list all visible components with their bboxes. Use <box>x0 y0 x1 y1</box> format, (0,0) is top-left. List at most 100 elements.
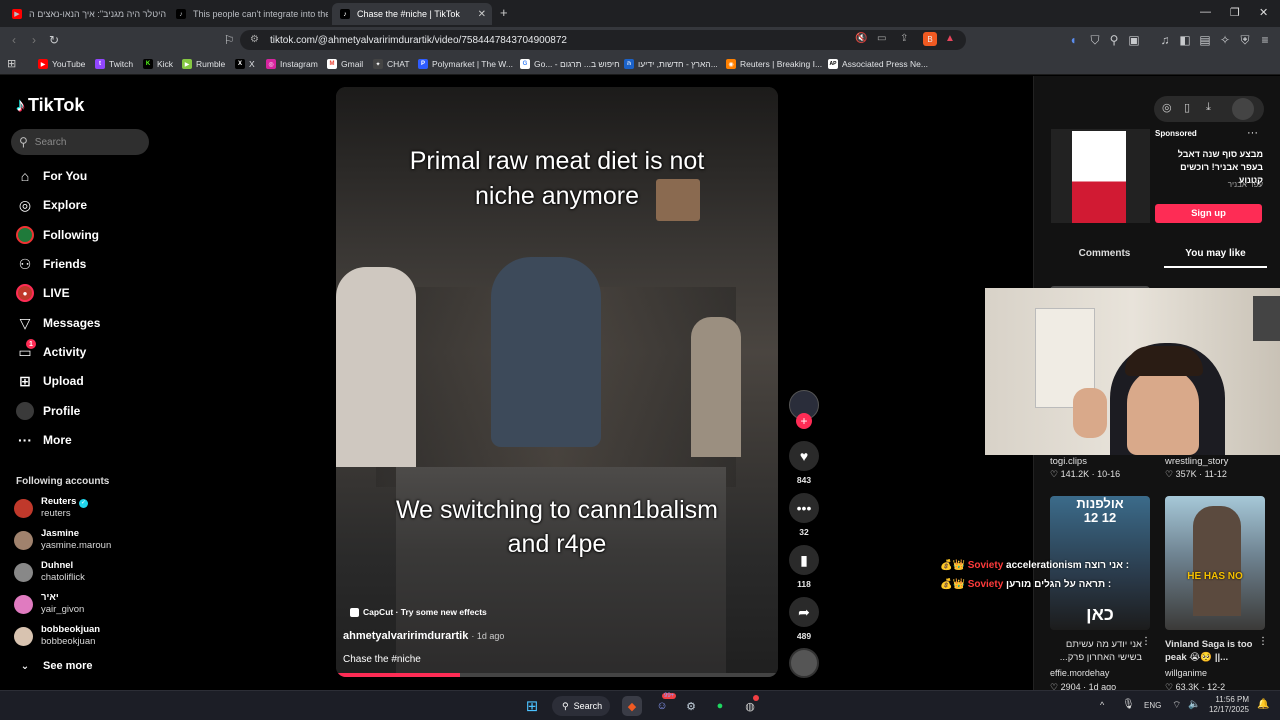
share-icon[interactable]: ⇪ <box>900 33 908 44</box>
nav-live[interactable]: ● LIVE <box>16 282 70 304</box>
brave-browser-icon[interactable]: ◆ <box>622 696 642 716</box>
shield-icon[interactable]: ⛉ <box>1088 33 1102 47</box>
bookmark-rumble[interactable]: ▶ Rumble <box>182 57 225 71</box>
nav-for-you[interactable]: ⌂ For You <box>16 165 87 187</box>
tab-comments[interactable]: Comments <box>1051 246 1158 268</box>
phone-icon[interactable]: ▯ <box>1184 101 1190 114</box>
bookmark-reuters[interactable]: ◉ Reuters | Breaking I... <box>726 57 822 71</box>
browser-tab-tiktok-1[interactable]: ♪ This people can't integrate into the w <box>168 3 328 25</box>
new-tab-button[interactable]: + <box>500 5 508 20</box>
user-avatar[interactable] <box>1232 98 1254 120</box>
see-more-button[interactable]: ⌄ See more <box>16 655 93 677</box>
bookmark-ap[interactable]: AP Associated Press Ne... <box>828 57 928 71</box>
bookmark-x[interactable]: XX <box>235 57 255 71</box>
signup-button[interactable]: Sign up <box>1155 204 1262 223</box>
share-button[interactable]: ➦ 489 <box>789 597 819 641</box>
bookmark-kick[interactable]: K Kick <box>143 57 173 71</box>
download-icon[interactable]: ⤓ <box>1206 101 1211 114</box>
back-icon[interactable]: ‹ <box>7 33 21 47</box>
microphone-icon[interactable]: 🎙 <box>1122 699 1135 710</box>
cast-icon[interactable]: ▭ <box>877 33 886 44</box>
brave-rewards-icon[interactable]: ▲ <box>945 33 955 44</box>
wallet-icon[interactable]: ▤ <box>1198 33 1212 47</box>
ad-thumbnail[interactable] <box>1051 129 1150 223</box>
like-button[interactable]: ♥ 843 <box>789 441 819 485</box>
site-info-icon[interactable]: ⚙ <box>250 34 259 45</box>
account-jasmine[interactable]: Jasmine yasmine.maroun <box>14 526 111 554</box>
bookmark-icon[interactable]: ⚐ <box>222 33 236 47</box>
tab-you-may-like[interactable]: You may like <box>1164 246 1267 268</box>
address-bar[interactable]: ⚙ tiktok.com/@ahmetyalvaririmdurartik/vi… <box>240 30 966 50</box>
tray-chevron-icon[interactable]: ^ <box>1100 700 1104 710</box>
progress-track[interactable] <box>336 673 778 677</box>
browser-tab-youtube[interactable]: ▶ "היטלר היה מגניב": איך הנאו-נאצים ה <box>4 3 166 25</box>
music-disc-icon[interactable] <box>789 648 819 678</box>
nav-more[interactable]: ··· More <box>16 429 72 451</box>
mute-icon[interactable]: 🔇 <box>855 33 867 44</box>
video-player[interactable]: Primal raw meat diet is not niche anymor… <box>336 87 778 677</box>
capcut-tag[interactable]: CapCut · Try some new effects <box>350 607 487 617</box>
account-duhnel[interactable]: Duhnel chatoliflick <box>14 558 85 586</box>
close-window-icon[interactable]: ✕ <box>1259 6 1268 19</box>
music-icon[interactable]: ♫ <box>1158 33 1172 47</box>
notifications-icon[interactable]: 🔔 <box>1257 699 1269 710</box>
language-indicator[interactable]: ENG <box>1144 701 1161 710</box>
windows-start-icon[interactable]: ⊞ <box>522 696 542 716</box>
brave-shields-icon[interactable]: B <box>923 32 937 46</box>
video-author[interactable]: ahmetyalvaririmdurartik <box>343 630 468 642</box>
compass-icon[interactable]: ◎ <box>1162 101 1172 114</box>
vpn-icon[interactable]: ⛨ <box>1238 33 1252 47</box>
nav-messages[interactable]: ▽ Messages <box>16 312 101 334</box>
grid-author[interactable]: togi.clips <box>1050 456 1087 467</box>
nav-explore[interactable]: ◎ Explore <box>16 194 87 216</box>
nav-friends[interactable]: ⚇ Friends <box>16 253 87 275</box>
tiktok-logo[interactable]: ♪ TikTok <box>16 95 84 116</box>
search-box[interactable]: ⚲ Search <box>11 129 149 155</box>
forward-icon[interactable]: › <box>27 33 41 47</box>
nav-upload[interactable]: ⊞ Upload <box>16 370 84 392</box>
sidebar-toggle-icon[interactable]: ◧ <box>1178 33 1192 47</box>
grid-more-icon[interactable]: ⋮ <box>1258 636 1268 647</box>
obs-icon[interactable]: ◍ <box>740 695 760 716</box>
reload-icon[interactable]: ↻ <box>47 33 61 47</box>
account-yair[interactable]: יאיר yair_givon <box>14 590 84 618</box>
bookmark-twitch[interactable]: t Twitch <box>95 57 133 71</box>
more-options-icon[interactable]: ··· <box>1247 127 1258 139</box>
comment-button[interactable]: ••• 32 <box>789 493 819 537</box>
follow-plus-button[interactable]: + <box>796 413 812 429</box>
save-button[interactable]: ▮ 118 <box>789 545 819 589</box>
extension-box-icon[interactable]: ▣ <box>1127 33 1141 47</box>
account-bobbeokjuan[interactable]: bobbeokjuan bobbeokjuan <box>14 622 100 650</box>
apps-grid-icon[interactable]: ⊞ <box>7 57 16 70</box>
video-thumbnail-vinland[interactable]: HE HAS NO <box>1165 496 1265 630</box>
grid-author[interactable]: wrestling_story <box>1165 456 1228 467</box>
account-reuters[interactable]: Reuters ✓ reuters <box>14 494 89 522</box>
bookmark-instagram[interactable]: ◎ Instagram <box>266 57 318 71</box>
spotify-icon[interactable]: ● <box>710 696 730 716</box>
bookmark-polymarket[interactable]: P Polymarket | The W... <box>418 57 513 71</box>
grid-title[interactable]: אני יודע מה עשיתם בשישי האחרון פרק... <box>1050 638 1142 664</box>
grid-more-icon[interactable]: ⋮ <box>1141 636 1151 647</box>
bookmark-youtube[interactable]: ▶ YouTube <box>38 57 85 71</box>
leo-ai-icon[interactable]: ✧ <box>1218 33 1232 47</box>
discord-icon[interactable]: ☺ 99+ <box>652 693 677 716</box>
nav-activity[interactable]: ▭ 1 Activity <box>16 339 86 363</box>
restore-icon[interactable]: ❐ <box>1230 6 1240 19</box>
bookmark-haaretz[interactable]: ה הארץ - חדשות, ידיעו... <box>624 57 718 71</box>
clock[interactable]: 11:56 PM 12/17/2025 <box>1207 695 1249 715</box>
menu-icon[interactable]: ≡ <box>1258 33 1272 47</box>
steam-icon[interactable]: ⚙ <box>681 696 701 716</box>
close-tab-icon[interactable]: ✕ <box>478 9 486 20</box>
grid-title[interactable]: Vinland Saga is too peak 😭🥺 ||... <box>1165 638 1257 664</box>
nav-following[interactable]: Following <box>16 224 99 246</box>
bookmark-chat[interactable]: ✦ CHAT <box>373 57 410 71</box>
grid-author[interactable]: effie.mordehay <box>1050 668 1109 678</box>
extensions-icon[interactable]: ⚲ <box>1107 33 1121 47</box>
volume-icon[interactable]: 🔈 <box>1188 699 1200 710</box>
audio-icon[interactable]: ◖ <box>1066 33 1080 47</box>
grid-author[interactable]: willganime <box>1165 668 1207 678</box>
taskbar-search[interactable]: ⚲ Search <box>552 696 610 716</box>
nav-profile[interactable]: Profile <box>16 400 80 422</box>
wifi-icon[interactable]: ⌔ <box>1172 699 1181 712</box>
bookmark-google-translate[interactable]: G Go... - חיפוש ב... תרגום <box>520 57 620 71</box>
